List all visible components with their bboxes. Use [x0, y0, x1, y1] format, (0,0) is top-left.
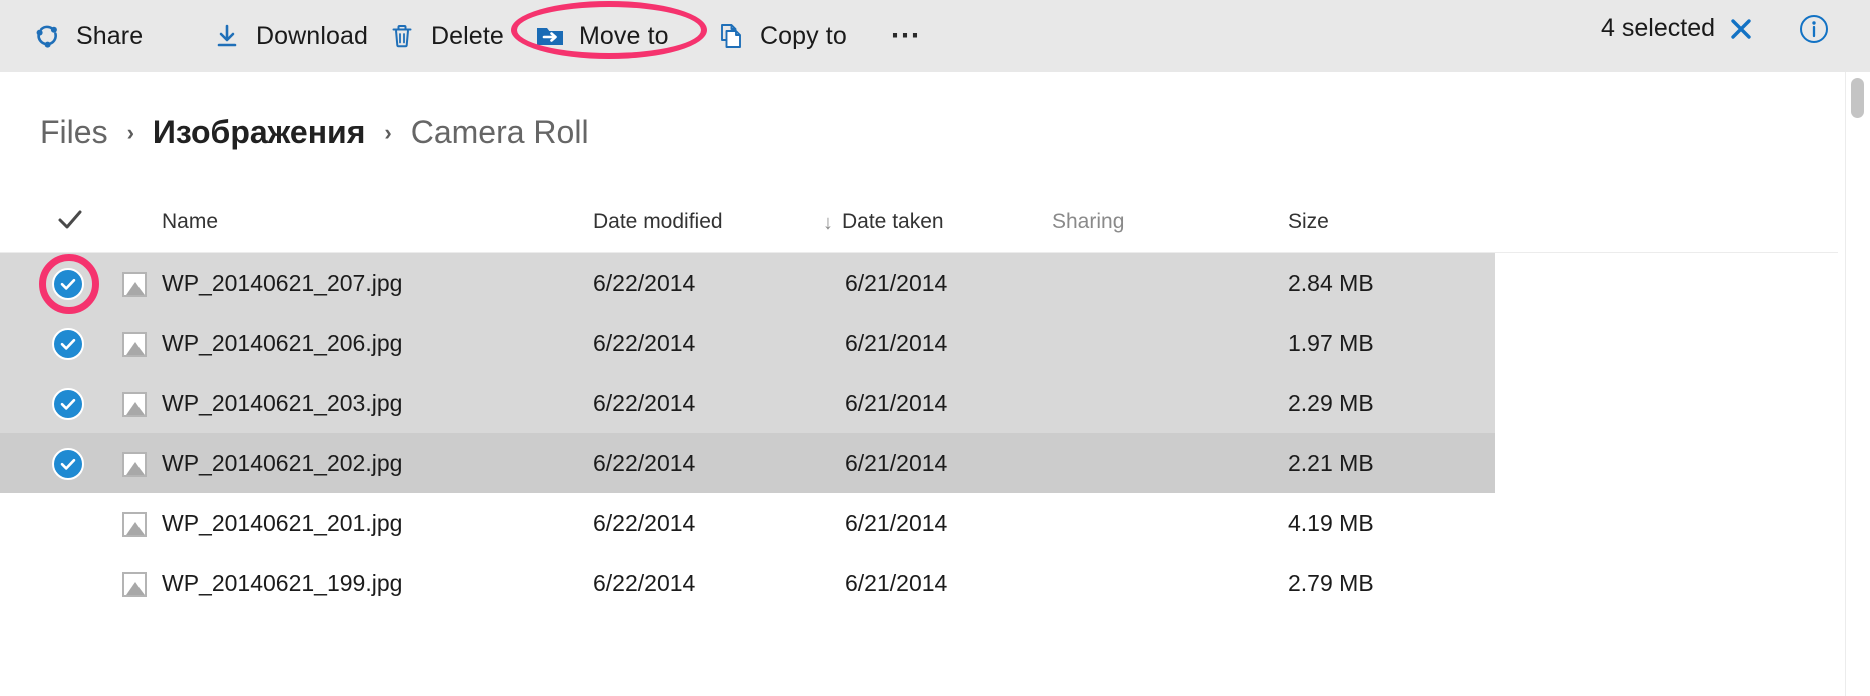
column-header-date-modified[interactable]: Date modified	[593, 210, 723, 234]
date-taken: 6/21/2014	[845, 570, 948, 596]
date-taken: 6/21/2014	[845, 330, 948, 356]
move-to-label: Move to	[579, 21, 669, 50]
file-size: 1.97 MB	[1288, 330, 1374, 356]
image-file-icon	[122, 452, 147, 477]
column-header-size[interactable]: Size	[1288, 210, 1329, 234]
delete-button[interactable]: Delete	[387, 12, 504, 60]
command-bar: Share Download Delete Move to Copy to ⋯ …	[0, 0, 1870, 72]
row-checkbox[interactable]	[52, 448, 84, 480]
file-name[interactable]: WP_20140621_201.jpg	[162, 510, 402, 537]
date-modified: 6/22/2014	[593, 570, 696, 596]
image-file-icon	[122, 512, 147, 537]
file-name[interactable]: WP_20140621_206.jpg	[162, 330, 402, 357]
table-row[interactable]: WP_20140621_202.jpg 6/22/2014 6/21/2014 …	[0, 433, 1495, 493]
copy-to-button[interactable]: Copy to	[716, 12, 847, 60]
download-label: Download	[256, 21, 368, 50]
row-checkbox[interactable]	[52, 328, 84, 360]
date-modified: 6/22/2014	[593, 510, 696, 536]
share-label: Share	[76, 21, 144, 50]
file-name[interactable]: WP_20140621_203.jpg	[162, 390, 402, 417]
date-modified: 6/22/2014	[593, 330, 696, 356]
scrollbar-thumb[interactable]	[1851, 78, 1864, 118]
file-size: 4.19 MB	[1288, 510, 1374, 536]
image-file-icon	[122, 332, 147, 357]
file-name[interactable]: WP_20140621_207.jpg	[162, 270, 402, 297]
breadcrumb-separator: ›	[384, 120, 392, 145]
row-checkbox[interactable]	[52, 568, 84, 600]
file-size: 2.84 MB	[1288, 270, 1374, 296]
breadcrumb-item-files[interactable]: Files	[40, 114, 108, 151]
select-all-checkbox[interactable]	[56, 206, 84, 234]
row-checkbox[interactable]	[52, 508, 84, 540]
breadcrumb: Files › Изображения › Camera Roll	[40, 114, 589, 164]
row-checkbox[interactable]	[52, 268, 84, 300]
info-circle-icon	[1798, 13, 1830, 50]
date-taken: 6/21/2014	[845, 390, 948, 416]
column-header-row: Name Date modified ↓ Date taken Sharing S…	[0, 196, 1838, 253]
file-name[interactable]: WP_20140621_199.jpg	[162, 570, 402, 597]
more-commands-button[interactable]: ⋯	[884, 12, 928, 60]
onedrive-file-browser: Share Download Delete Move to Copy to ⋯ …	[0, 0, 1870, 696]
sort-descending-icon: ↓	[823, 212, 833, 234]
move-to-button[interactable]: Move to	[535, 12, 669, 60]
delete-label: Delete	[431, 21, 504, 50]
ellipsis-icon: ⋯	[890, 19, 922, 52]
breadcrumb-item-camera-roll[interactable]: Camera Roll	[411, 114, 589, 151]
file-size: 2.21 MB	[1288, 450, 1374, 476]
date-taken: 6/21/2014	[845, 510, 948, 536]
breadcrumb-item-izobrazheniya[interactable]: Изображения	[153, 114, 366, 151]
date-modified: 6/22/2014	[593, 390, 696, 416]
file-rows: WP_20140621_207.jpg 6/22/2014 6/21/2014 …	[0, 253, 1838, 613]
details-info-button[interactable]	[1796, 13, 1832, 49]
file-list: Name Date modified ↓ Date taken Sharing S…	[0, 196, 1838, 613]
trash-icon	[387, 21, 417, 51]
column-header-date-taken-label: Date taken	[842, 210, 944, 233]
move-to-folder-icon	[535, 21, 565, 51]
table-row[interactable]: WP_20140621_199.jpg 6/22/2014 6/21/2014 …	[0, 553, 1495, 613]
file-size: 2.29 MB	[1288, 390, 1374, 416]
table-row[interactable]: WP_20140621_207.jpg 6/22/2014 6/21/2014 …	[0, 253, 1495, 313]
image-file-icon	[122, 392, 147, 417]
share-icon	[32, 21, 62, 51]
share-button[interactable]: Share	[32, 12, 143, 60]
clear-selection-button[interactable]	[1724, 14, 1758, 48]
column-header-sharing[interactable]: Sharing	[1052, 210, 1124, 234]
close-x-icon	[1728, 16, 1754, 47]
row-checkbox[interactable]	[52, 388, 84, 420]
column-header-name[interactable]: Name	[162, 210, 218, 234]
file-name[interactable]: WP_20140621_202.jpg	[162, 450, 402, 477]
download-icon	[212, 21, 242, 51]
copy-document-icon	[716, 21, 746, 51]
date-modified: 6/22/2014	[593, 450, 696, 476]
download-button[interactable]: Download	[212, 12, 368, 60]
date-taken: 6/21/2014	[845, 450, 948, 476]
selection-count-label: 4 selected	[1601, 14, 1715, 42]
column-header-date-taken[interactable]: ↓ Date taken	[823, 210, 944, 234]
table-row[interactable]: WP_20140621_206.jpg 6/22/2014 6/21/2014 …	[0, 313, 1495, 373]
image-file-icon	[122, 272, 147, 297]
table-row[interactable]: WP_20140621_201.jpg 6/22/2014 6/21/2014 …	[0, 493, 1495, 553]
date-taken: 6/21/2014	[845, 270, 948, 296]
date-modified: 6/22/2014	[593, 270, 696, 296]
vertical-scrollbar[interactable]	[1845, 72, 1870, 696]
file-size: 2.79 MB	[1288, 570, 1374, 596]
breadcrumb-separator: ›	[126, 120, 134, 145]
copy-to-label: Copy to	[760, 21, 847, 50]
table-row[interactable]: WP_20140621_203.jpg 6/22/2014 6/21/2014 …	[0, 373, 1495, 433]
image-file-icon	[122, 572, 147, 597]
